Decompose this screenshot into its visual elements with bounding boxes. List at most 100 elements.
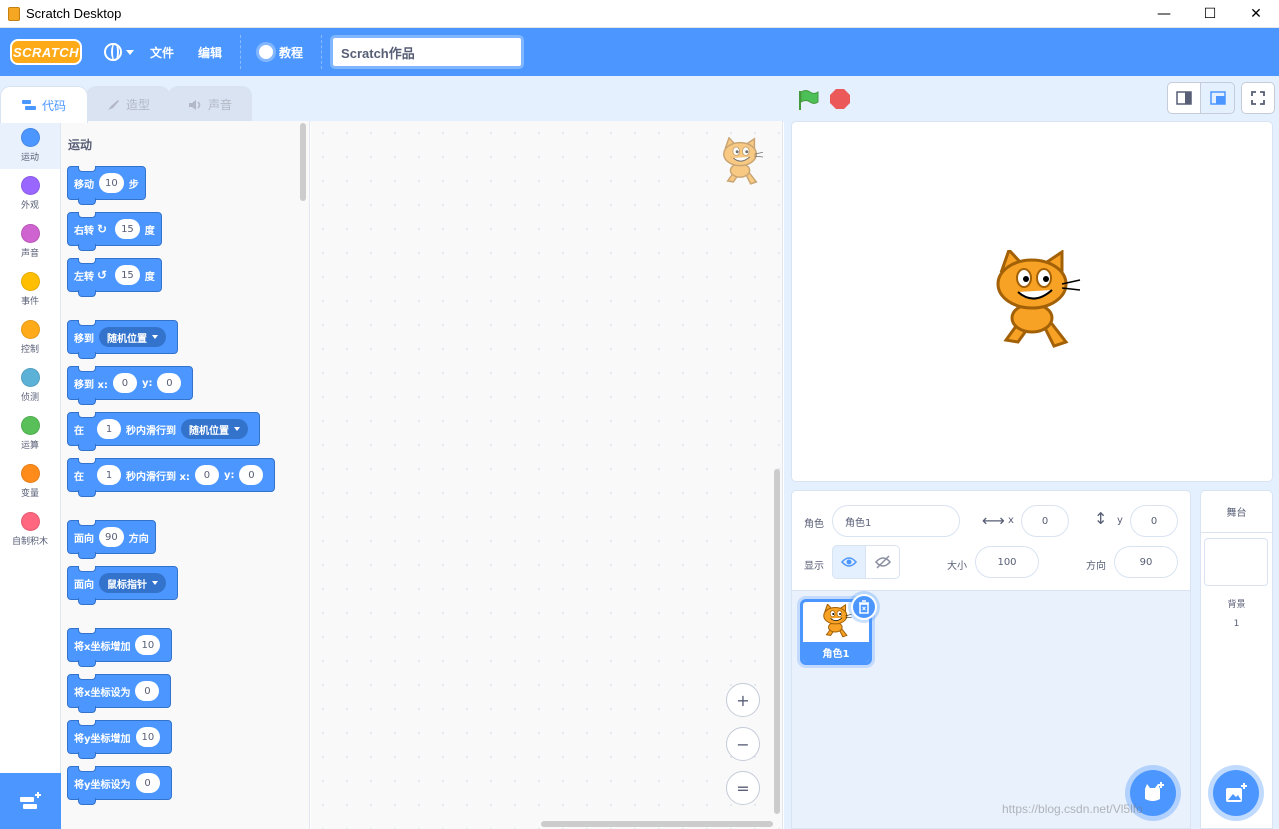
tab-costumes[interactable]: 造型 <box>86 86 170 122</box>
block-text: 将x坐标设为 <box>74 687 131 699</box>
block-input[interactable]: 0 <box>239 465 264 485</box>
block-text: y: <box>223 469 235 481</box>
add-extension-button[interactable] <box>0 773 61 829</box>
block-text: 度 <box>144 271 155 283</box>
category-label: 控制 <box>20 344 39 355</box>
file-menu[interactable]: 文件 <box>142 28 182 76</box>
block-input[interactable]: 0 <box>135 681 160 701</box>
block-glide-xy[interactable]: 在 1 秒内滑行到 x: 0 y: 0 <box>67 458 276 497</box>
block-text: 步 <box>128 179 139 191</box>
zoom-reset-button[interactable]: = <box>726 771 760 805</box>
block-move-steps[interactable]: 移动 10 步 <box>67 166 146 205</box>
category-item[interactable]: 声音 <box>0 217 60 265</box>
category-item[interactable]: 事件 <box>0 265 60 313</box>
minimize-button[interactable]: — <box>1141 0 1187 28</box>
category-item[interactable]: 外观 <box>0 169 60 217</box>
block-input[interactable]: 10 <box>99 173 124 193</box>
window-controls: — ☐ ✕ <box>1141 0 1279 28</box>
stage-header <box>784 76 1279 121</box>
green-flag-icon[interactable] <box>797 89 819 111</box>
brush-icon <box>107 99 119 110</box>
close-button[interactable]: ✕ <box>1233 0 1279 28</box>
y-arrow-icon: ↕ <box>1094 509 1108 528</box>
stop-icon[interactable] <box>830 89 850 109</box>
block-turn-right[interactable]: 右转 ↻ 15 度 <box>67 212 162 251</box>
chevron-down-icon <box>152 581 158 585</box>
scratch-logo[interactable]: SCRATCH <box>10 39 82 65</box>
block-input[interactable]: 1 <box>97 465 121 485</box>
show-sprite-button[interactable] <box>832 545 866 579</box>
block-text: 在 <box>74 471 84 483</box>
direction-field[interactable]: 90 <box>1114 546 1178 578</box>
block-change-x[interactable]: 将x坐标增加 10 <box>67 628 173 667</box>
project-title-input[interactable]: Scratch作品 <box>330 35 525 69</box>
y-position-field[interactable]: 0 <box>1130 505 1178 537</box>
menu-divider <box>240 35 242 69</box>
zoom-in-button[interactable]: + <box>726 683 760 717</box>
rotate-ccw-icon: ↺ <box>97 268 108 282</box>
block-text: 右转 <box>74 225 94 237</box>
block-input[interactable]: 0 <box>135 773 160 793</box>
block-text: 将y坐标设为 <box>74 779 131 791</box>
block-input[interactable]: 0 <box>157 373 182 393</box>
hide-sprite-button[interactable] <box>866 545 900 579</box>
tutorials-button[interactable]: 教程 <box>251 28 311 76</box>
language-menu[interactable] <box>96 28 142 76</box>
category-dot-icon <box>20 175 40 195</box>
block-input[interactable]: 10 <box>135 635 161 655</box>
tab-code[interactable]: 代码 <box>0 86 88 123</box>
category-label: 外观 <box>20 200 39 211</box>
block-input[interactable]: 1 <box>97 419 121 439</box>
category-label: 声音 <box>20 248 39 259</box>
block-input[interactable]: 0 <box>194 465 219 485</box>
block-input[interactable]: 90 <box>99 527 124 547</box>
block-change-y[interactable]: 将y坐标增加 10 <box>67 720 173 759</box>
sprite-cat[interactable] <box>984 250 1084 355</box>
delete-sprite-button[interactable] <box>851 594 877 620</box>
stage-selector[interactable]: 舞台 背景 1 <box>1200 490 1273 829</box>
block-point-towards[interactable]: 面向 鼠标指针 <box>67 566 178 605</box>
workspace-vertical-scrollbar[interactable] <box>774 469 780 814</box>
zoom-out-button[interactable]: − <box>726 727 760 761</box>
block-input[interactable]: 10 <box>135 727 161 747</box>
palette-scrollbar[interactable] <box>300 123 306 201</box>
category-item[interactable]: 运动 <box>0 121 60 169</box>
edit-menu[interactable]: 编辑 <box>190 28 230 76</box>
tab-sounds[interactable]: 声音 <box>168 86 252 122</box>
block-goto-xy[interactable]: 移到 x: 0 y: 0 <box>67 366 194 405</box>
category-item[interactable]: 变量 <box>0 457 60 505</box>
fullscreen-button[interactable] <box>1241 82 1275 114</box>
block-input[interactable]: 15 <box>115 219 140 239</box>
block-text: y: <box>141 377 153 389</box>
category-item[interactable]: 运算 <box>0 409 60 457</box>
y-label: y <box>1117 515 1123 526</box>
block-glide[interactable]: 在 1 秒内滑行到 随机位置 <box>67 412 260 451</box>
maximize-button[interactable]: ☐ <box>1187 0 1233 28</box>
sprite-thumbnail <box>823 604 853 638</box>
block-point-direction[interactable]: 面向 90 方向 <box>67 520 156 559</box>
workspace-horizontal-scrollbar[interactable] <box>541 821 773 827</box>
stage-canvas[interactable] <box>791 121 1273 482</box>
block-goto[interactable]: 移到 随机位置 <box>67 320 178 359</box>
block-set-y[interactable]: 将y坐标设为 0 <box>67 766 172 805</box>
watermark: https://blog.csdn.net/Vl5lfo <box>1002 802 1143 816</box>
large-stage-button[interactable] <box>1201 82 1235 114</box>
category-item[interactable]: 自制积木 <box>0 505 60 553</box>
small-stage-button[interactable] <box>1167 82 1201 114</box>
block-dropdown[interactable]: 随机位置 <box>99 327 166 347</box>
x-position-field[interactable]: 0 <box>1021 505 1069 537</box>
sprite-name-field[interactable]: 角色1 <box>832 505 960 537</box>
zoom-out-icon: − <box>736 734 750 754</box>
block-dropdown[interactable]: 鼠标指针 <box>99 573 166 593</box>
block-input[interactable]: 15 <box>115 265 140 285</box>
add-backdrop-button[interactable] <box>1213 770 1259 816</box>
category-item[interactable]: 控制 <box>0 313 60 361</box>
size-field[interactable]: 100 <box>975 546 1039 578</box>
category-item[interactable]: 侦测 <box>0 361 60 409</box>
block-dropdown[interactable]: 随机位置 <box>181 419 248 439</box>
block-input[interactable]: 0 <box>112 373 137 393</box>
script-workspace[interactable]: + − = <box>311 121 783 829</box>
block-set-x[interactable]: 将x坐标设为 0 <box>67 674 172 713</box>
category-dot-icon <box>20 463 40 483</box>
block-turn-left[interactable]: 左转 ↺ 15 度 <box>67 258 162 297</box>
